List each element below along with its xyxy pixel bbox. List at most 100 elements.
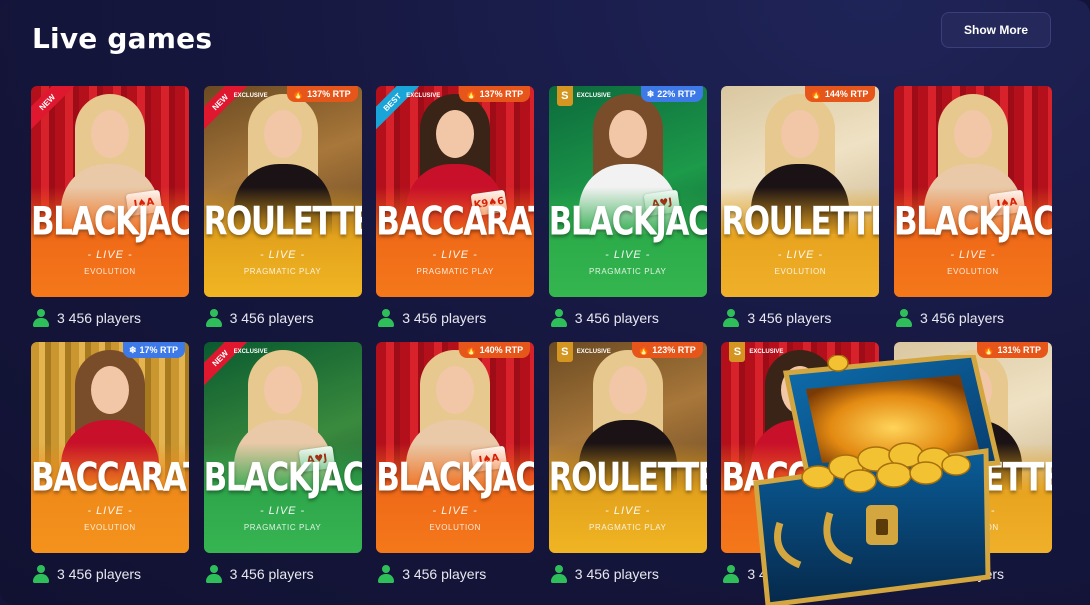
dealer-face bbox=[953, 110, 992, 158]
player-count-label: 3 456 players bbox=[574, 310, 659, 326]
person-icon bbox=[33, 309, 49, 327]
fire-icon: 🔥 bbox=[638, 344, 650, 355]
player-count-label: 3 456 players bbox=[919, 310, 1005, 326]
game-provider: EVOLUTION bbox=[774, 267, 827, 276]
game-provider: PRAGMATIC PLAY bbox=[589, 267, 667, 276]
game-provider: EVOLUTION bbox=[84, 523, 136, 532]
player-count: 3 456 players bbox=[550, 565, 659, 583]
exclusive-badge: EXCLUSIVE bbox=[234, 86, 268, 106]
game-title: ROULETTE bbox=[548, 455, 707, 501]
game-tile: J♠A BLACKJACK - LIVE - EVOLUTION NEW 3 4… bbox=[31, 86, 189, 342]
game-provider: PRAGMATIC PLAY bbox=[589, 523, 667, 532]
game-title: ROULETTE bbox=[721, 199, 880, 245]
game-tile: A♥J BLACKJACK - LIVE - PRAGMATIC PLAY SE… bbox=[548, 86, 707, 342]
exclusive-label: EXCLUSIVE bbox=[233, 349, 268, 355]
snowflake-icon: ❄ bbox=[128, 344, 137, 355]
player-count: 3 456 players bbox=[33, 565, 141, 583]
game-title: BACCARAT bbox=[376, 199, 535, 245]
exclusive-label: EXCLUSIVE bbox=[576, 349, 611, 355]
game-tile: J♠A BLACKJACK - LIVE - EVOLUTION 🔥140% R… bbox=[376, 342, 535, 598]
game-tile: BACCARAT - LIVE - EVOLUTION ❄ 17% RTP 3 4… bbox=[31, 342, 189, 598]
exclusive-s-icon: S bbox=[556, 342, 573, 362]
exclusive-badge: EXCLUSIVE bbox=[234, 342, 268, 362]
game-live-label: - LIVE - bbox=[87, 249, 133, 261]
fire-icon: 🔥 bbox=[810, 88, 822, 99]
dealer-face bbox=[436, 110, 475, 158]
game-card[interactable]: A♥J BLACKJACK - LIVE - PRAGMATIC PLAY NE… bbox=[203, 342, 362, 553]
rtp-badge: 🔥 144% RTP bbox=[804, 86, 876, 102]
game-card[interactable]: K9♠6 BACCARAT - LIVE - PRAGMATIC PLAY BE… bbox=[376, 86, 535, 297]
person-icon bbox=[723, 309, 740, 327]
person-icon bbox=[378, 565, 395, 583]
game-live-label: - LIVE - bbox=[605, 249, 651, 261]
game-tile: K9♠6 BACCARAT - LIVE - PRAGMATIC PLAY BE… bbox=[376, 86, 535, 342]
fire-icon: 🔥 bbox=[465, 344, 477, 355]
game-card[interactable]: ROULETTE - LIVE - EVOLUTION 🔥 144% RTP bbox=[721, 86, 880, 297]
game-card[interactable]: J♠A BLACKJACK - LIVE - EVOLUTION bbox=[893, 86, 1052, 297]
game-live-label: - LIVE - bbox=[432, 505, 478, 517]
game-title: BLACKJACK bbox=[893, 199, 1052, 245]
exclusive-label: EXCLUSIVE bbox=[406, 93, 441, 99]
game-card[interactable]: J♠A BLACKJACK - LIVE - EVOLUTION 🔥140% R… bbox=[376, 342, 535, 553]
rtp-badge: 🔥 137% RTP bbox=[459, 86, 531, 102]
game-tile: ROULETTE - LIVE - EVOLUTION 🔥 144% RTP 3 … bbox=[721, 86, 880, 342]
rtp-badge: 🔥 140% RTP bbox=[459, 342, 531, 358]
dealer-face bbox=[608, 110, 647, 158]
player-count: 3 456 players bbox=[895, 309, 1005, 327]
dealer-face bbox=[263, 110, 302, 158]
game-provider: PRAGMATIC PLAY bbox=[243, 523, 322, 532]
rtp-label: 22% RTP bbox=[657, 89, 696, 99]
game-card[interactable]: J♠A BLACKJACK - LIVE - EVOLUTION NEW bbox=[31, 86, 189, 297]
rtp-label: 144% RTP bbox=[824, 89, 869, 99]
game-title: BLACKJACK bbox=[31, 199, 189, 245]
game-title: BLACKJACK bbox=[203, 455, 362, 501]
person-icon bbox=[550, 309, 567, 327]
exclusive-label: EXCLUSIVE bbox=[233, 93, 268, 99]
rtp-badge: ❄ 17% RTP bbox=[122, 342, 185, 358]
fire-icon: 🔥 bbox=[465, 88, 477, 99]
game-live-label: - LIVE - bbox=[259, 249, 306, 261]
game-provider: PRAGMATIC PLAY bbox=[416, 267, 494, 276]
player-count: 3 456 players bbox=[205, 565, 314, 583]
game-card[interactable]: ROULETTE - LIVE - PRAGMATIC PLAY NEW EXC… bbox=[203, 86, 362, 297]
game-live-label: - LIVE - bbox=[950, 249, 996, 261]
game-live-label: - LIVE - bbox=[777, 249, 824, 261]
treasure-chest-decoration bbox=[753, 355, 1002, 605]
exclusive-label: EXCLUSIVE bbox=[576, 93, 611, 99]
game-card[interactable]: A♥J BLACKJACK - LIVE - PRAGMATIC PLAY SE… bbox=[548, 86, 707, 297]
person-icon bbox=[33, 565, 49, 583]
game-title: BLACKJACK bbox=[376, 455, 534, 501]
fire-icon: 🔥 bbox=[292, 88, 305, 99]
player-count: 3 456 players bbox=[723, 309, 831, 327]
person-icon bbox=[550, 565, 567, 583]
game-title: BLACKJACK bbox=[548, 199, 707, 245]
game-provider: EVOLUTION bbox=[429, 523, 481, 532]
player-count: 3 456 players bbox=[550, 309, 659, 327]
dealer-face bbox=[91, 366, 129, 414]
player-count-label: 3 456 players bbox=[229, 566, 314, 582]
dealer-face bbox=[263, 366, 302, 414]
dealer-face bbox=[436, 366, 475, 414]
exclusive-badge: EXCLUSIVE bbox=[406, 86, 440, 106]
rtp-badge: ❄ 22% RTP bbox=[640, 86, 703, 102]
player-count: 3 456 players bbox=[33, 309, 141, 327]
player-count: 3 456 players bbox=[378, 565, 486, 583]
rtp-badge: 🔥 137% RTP bbox=[286, 86, 358, 102]
player-count: 3 456 players bbox=[378, 309, 486, 327]
rtp-badge: 🔥 123% RTP bbox=[632, 342, 703, 358]
player-count-label: 3 456 players bbox=[402, 566, 487, 582]
rtp-label: 137% RTP bbox=[307, 89, 351, 99]
show-more-button[interactable]: Show More bbox=[941, 12, 1051, 48]
player-count-label: 3 456 players bbox=[402, 310, 487, 326]
game-title: ROULETTE bbox=[203, 199, 362, 245]
game-provider: EVOLUTION bbox=[947, 267, 999, 276]
fire-icon: 🔥 bbox=[983, 344, 995, 355]
game-card[interactable]: ROULETTE - LIVE - PRAGMATIC PLAY S EXCLUS… bbox=[548, 342, 707, 553]
game-card[interactable]: BACCARAT - LIVE - EVOLUTION ❄ 17% RTP bbox=[31, 342, 189, 553]
rtp-label: 137% RTP bbox=[479, 89, 524, 99]
dealer-face bbox=[91, 110, 129, 158]
player-count-label: 3 456 players bbox=[57, 566, 142, 582]
exclusive-s-icon: S bbox=[556, 86, 573, 106]
rtp-label: 123% RTP bbox=[652, 345, 696, 355]
exclusive-s-icon: S bbox=[729, 342, 746, 362]
